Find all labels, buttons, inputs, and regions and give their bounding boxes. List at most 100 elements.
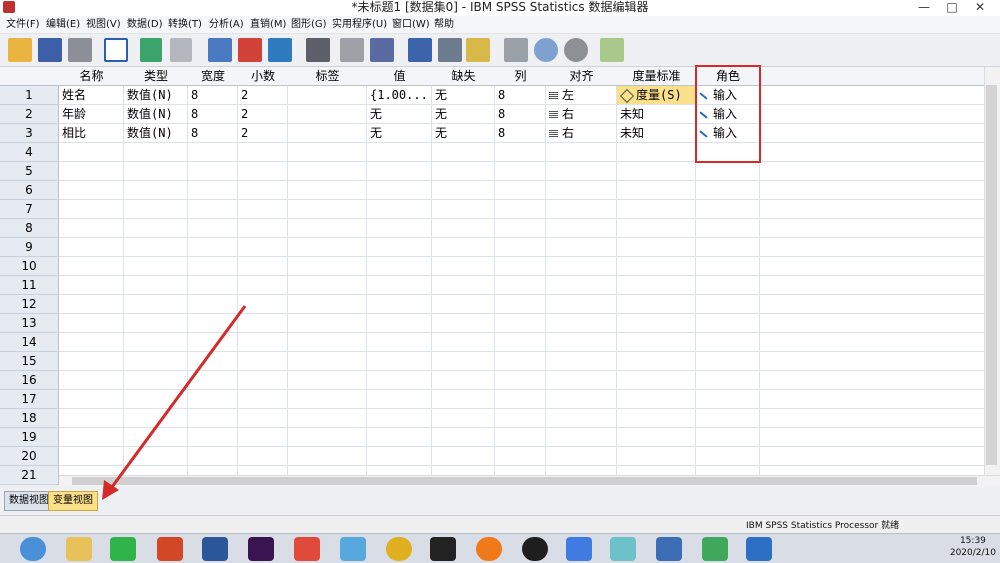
menu-file[interactable]: 文件(F) xyxy=(4,16,42,33)
cell-type[interactable] xyxy=(124,409,188,428)
menu-transform[interactable]: 转换(T) xyxy=(166,16,204,33)
cell-role[interactable] xyxy=(696,314,760,333)
row-header[interactable]: 10 xyxy=(0,257,59,276)
cell-decimals[interactable] xyxy=(238,181,288,200)
cell-columns[interactable]: 8 xyxy=(495,105,546,124)
cell-name[interactable] xyxy=(59,371,124,390)
cell-decimals[interactable] xyxy=(238,447,288,466)
cell-missing[interactable] xyxy=(432,295,495,314)
column-header-decimals[interactable]: 小数 xyxy=(238,67,289,86)
goto-case-icon[interactable] xyxy=(208,38,232,62)
cell-label[interactable] xyxy=(288,295,367,314)
cell-measure[interactable]: 度量(S) xyxy=(617,86,696,105)
row-header[interactable]: 14 xyxy=(0,333,59,352)
row-header[interactable]: 1 xyxy=(0,86,59,105)
cell-name[interactable] xyxy=(59,295,124,314)
cell-measure[interactable] xyxy=(617,428,696,447)
horizontal-scroll-thumb[interactable] xyxy=(72,477,977,485)
cell-width[interactable] xyxy=(188,162,238,181)
column-header-missing[interactable]: 缺失 xyxy=(432,67,496,86)
premiere-icon[interactable] xyxy=(248,537,274,561)
cell-role[interactable] xyxy=(696,200,760,219)
cell-values[interactable] xyxy=(367,295,432,314)
cell-name[interactable] xyxy=(59,409,124,428)
menu-direct-marketing[interactable]: 直销(M) xyxy=(248,16,288,33)
cell-columns[interactable] xyxy=(495,409,546,428)
cell-decimals[interactable] xyxy=(238,428,288,447)
app-icon-orange[interactable] xyxy=(476,537,502,561)
cell-columns[interactable] xyxy=(495,428,546,447)
cell-measure[interactable] xyxy=(617,238,696,257)
cell-measure[interactable] xyxy=(617,276,696,295)
cell-align[interactable] xyxy=(546,371,617,390)
cell-decimals[interactable] xyxy=(238,219,288,238)
cell-values[interactable] xyxy=(367,314,432,333)
column-header-values[interactable]: 值 xyxy=(367,67,433,86)
row-header[interactable]: 16 xyxy=(0,371,59,390)
cell-align[interactable] xyxy=(546,257,617,276)
app-icon-red[interactable] xyxy=(294,537,320,561)
redo-icon[interactable] xyxy=(170,38,192,62)
cell-type[interactable] xyxy=(124,314,188,333)
cell-width[interactable] xyxy=(188,371,238,390)
row-header[interactable]: 2 xyxy=(0,105,59,124)
column-header-label[interactable]: 标签 xyxy=(288,67,368,86)
cell-decimals[interactable]: 2 xyxy=(238,105,288,124)
cell-name[interactable] xyxy=(59,333,124,352)
vertical-scroll-thumb[interactable] xyxy=(986,85,997,465)
cell-align[interactable]: 右 xyxy=(546,105,617,124)
cell-type[interactable] xyxy=(124,219,188,238)
cell-missing[interactable] xyxy=(432,257,495,276)
cell-align[interactable] xyxy=(546,219,617,238)
cell-name[interactable] xyxy=(59,276,124,295)
cell-align[interactable] xyxy=(546,409,617,428)
cell-values[interactable] xyxy=(367,238,432,257)
cell-align[interactable] xyxy=(546,143,617,162)
cell-type[interactable]: 数值(N) xyxy=(124,124,188,143)
cell-missing[interactable] xyxy=(432,219,495,238)
video-editor-icon[interactable] xyxy=(430,537,456,561)
cell-label[interactable] xyxy=(288,143,367,162)
cell-label[interactable] xyxy=(288,257,367,276)
cell-columns[interactable] xyxy=(495,238,546,257)
select-cases-icon[interactable] xyxy=(466,38,490,62)
cell-align[interactable] xyxy=(546,352,617,371)
column-header-columns[interactable]: 列 xyxy=(495,67,547,86)
cell-label[interactable] xyxy=(288,314,367,333)
cell-type[interactable]: 数值(N) xyxy=(124,105,188,124)
cell-missing[interactable] xyxy=(432,409,495,428)
cell-role[interactable] xyxy=(696,352,760,371)
explorer-icon[interactable] xyxy=(66,537,92,561)
cell-width[interactable] xyxy=(188,428,238,447)
cell-missing[interactable] xyxy=(432,447,495,466)
goto-variable-icon[interactable] xyxy=(238,38,262,62)
cell-width[interactable] xyxy=(188,257,238,276)
qq-icon[interactable] xyxy=(522,537,548,561)
row-header[interactable]: 20 xyxy=(0,447,59,466)
cell-role[interactable] xyxy=(696,447,760,466)
cell-width[interactable]: 8 xyxy=(188,86,238,105)
cell-measure[interactable] xyxy=(617,371,696,390)
cell-columns[interactable] xyxy=(495,447,546,466)
cell-type[interactable] xyxy=(124,352,188,371)
insert-variable-icon[interactable] xyxy=(370,38,394,62)
cell-columns[interactable] xyxy=(495,162,546,181)
column-header-width[interactable]: 宽度 xyxy=(188,67,239,86)
start-icon[interactable] xyxy=(20,537,46,561)
cell-columns[interactable] xyxy=(495,181,546,200)
cell-missing[interactable] xyxy=(432,371,495,390)
cell-align[interactable] xyxy=(546,162,617,181)
cell-label[interactable] xyxy=(288,105,367,124)
find-icon[interactable] xyxy=(306,38,330,62)
cell-missing[interactable]: 无 xyxy=(432,105,495,124)
cell-label[interactable] xyxy=(288,238,367,257)
cell-measure[interactable]: 未知 xyxy=(617,124,696,143)
cell-columns[interactable]: 8 xyxy=(495,86,546,105)
row-header[interactable]: 8 xyxy=(0,219,59,238)
cell-label[interactable] xyxy=(288,371,367,390)
menu-view[interactable]: 视图(V) xyxy=(84,16,123,33)
cell-decimals[interactable] xyxy=(238,238,288,257)
cell-measure[interactable] xyxy=(617,219,696,238)
cell-values[interactable] xyxy=(367,333,432,352)
cell-decimals[interactable] xyxy=(238,333,288,352)
